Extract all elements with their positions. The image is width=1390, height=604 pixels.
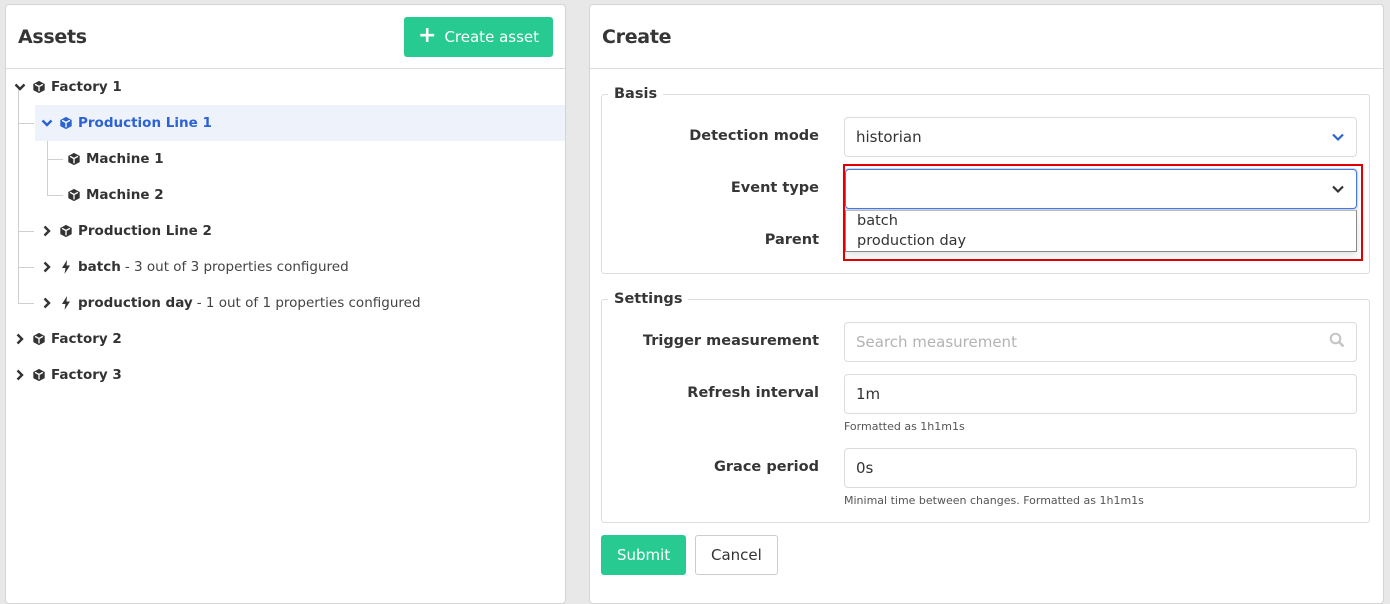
- chevron-right-icon[interactable]: [37, 225, 57, 237]
- bolt-icon: [57, 296, 75, 310]
- create-header: Create: [590, 5, 1383, 69]
- create-title: Create: [602, 25, 672, 48]
- chevron-down-icon[interactable]: [37, 118, 57, 128]
- grace-period-input[interactable]: [856, 459, 1345, 477]
- submit-button[interactable]: Submit: [601, 535, 687, 575]
- event-type-row: Event type: [590, 169, 1383, 209]
- chevron-down-icon[interactable]: [10, 82, 30, 92]
- tree-item-name: Factory 1: [51, 79, 122, 95]
- refresh-interval-help: Formatted as 1h1m1s: [844, 420, 965, 433]
- cube-icon: [57, 116, 75, 130]
- tree-item-machine-1[interactable]: Machine 1: [65, 141, 565, 177]
- event-type-dropdown: batch production day: [845, 210, 1357, 252]
- grace-period-label: Grace period: [714, 459, 819, 475]
- trigger-measurement-label: Trigger measurement: [642, 333, 819, 349]
- event-type-option-batch[interactable]: batch: [846, 211, 1356, 231]
- refresh-interval-input[interactable]: [856, 385, 1345, 403]
- tree-item-name: Factory 2: [51, 331, 122, 347]
- event-type-select[interactable]: [845, 169, 1357, 209]
- tree-item-description: - 1 out of 1 properties configured: [196, 295, 421, 311]
- tree-item-name: Production Line 1: [78, 115, 212, 131]
- plus-icon: +: [418, 22, 437, 48]
- tree-item-factory-1[interactable]: Factory 1: [6, 69, 565, 105]
- tree-item-name: production day: [78, 295, 193, 311]
- tree-line: [47, 159, 63, 160]
- refresh-interval-field[interactable]: [844, 374, 1357, 414]
- event-type-label: Event type: [730, 180, 819, 196]
- search-icon: [1329, 332, 1345, 352]
- cube-icon: [57, 224, 75, 238]
- tree-item-name: Production Line 2: [78, 223, 212, 239]
- assets-panel: Assets + Create asset Factory 1 Producti…: [5, 4, 566, 604]
- tree-item-description: - 3 out of 3 properties configured: [124, 259, 349, 275]
- cube-icon: [65, 188, 83, 202]
- basis-legend: Basis: [614, 86, 658, 102]
- tree-line: [47, 141, 48, 195]
- cube-icon: [65, 152, 83, 166]
- bolt-icon: [57, 260, 75, 274]
- tree-item-name: Machine 1: [86, 151, 164, 167]
- tree-item-factory-2[interactable]: Factory 2: [6, 321, 565, 357]
- chevron-right-icon[interactable]: [10, 369, 30, 381]
- tree-line: [18, 267, 34, 268]
- grace-period-row: Grace period: [590, 448, 1383, 488]
- detection-mode-select[interactable]: historian: [844, 117, 1357, 157]
- tree-item-batch[interactable]: batch - 3 out of 3 properties configured: [37, 249, 565, 285]
- settings-legend: Settings: [614, 291, 683, 307]
- tree-item-name: batch: [78, 259, 121, 275]
- assets-title: Assets: [18, 25, 87, 48]
- trigger-measurement-row: Trigger measurement: [590, 322, 1383, 362]
- detection-mode-row: Detection mode historian: [590, 117, 1383, 157]
- grace-period-help: Minimal time between changes. Formatted …: [844, 494, 1144, 507]
- detection-mode-label: Detection mode: [689, 128, 819, 144]
- chevron-down-icon: [1331, 180, 1345, 198]
- grace-period-field[interactable]: [844, 448, 1357, 488]
- refresh-interval-label: Refresh interval: [687, 385, 819, 401]
- tree-line: [18, 303, 34, 304]
- chevron-down-icon: [1331, 128, 1345, 146]
- create-panel: Create Basis Detection mode historian Ev…: [589, 4, 1384, 604]
- detection-mode-value: historian: [856, 128, 922, 146]
- tree-item-name: Factory 3: [51, 367, 122, 383]
- chevron-right-icon[interactable]: [37, 297, 57, 309]
- cancel-button[interactable]: Cancel: [695, 535, 778, 575]
- tree-line: [18, 87, 19, 303]
- cube-icon: [30, 80, 48, 94]
- refresh-interval-row: Refresh interval: [590, 374, 1383, 414]
- tree-item-production-line-2[interactable]: Production Line 2: [37, 213, 565, 249]
- tree-line: [18, 123, 34, 124]
- trigger-measurement-field[interactable]: [844, 322, 1357, 362]
- tree-item-machine-2[interactable]: Machine 2: [65, 177, 565, 213]
- tree-line: [18, 231, 34, 232]
- assets-header: Assets + Create asset: [6, 5, 565, 69]
- tree-item-production-line-1[interactable]: Production Line 1: [35, 105, 565, 141]
- chevron-right-icon[interactable]: [10, 333, 30, 345]
- create-asset-button[interactable]: + Create asset: [404, 16, 553, 57]
- create-asset-label: Create asset: [444, 27, 539, 46]
- cube-icon: [30, 332, 48, 346]
- tree-item-factory-3[interactable]: Factory 3: [6, 357, 565, 393]
- tree-line: [47, 195, 63, 196]
- chevron-right-icon[interactable]: [37, 261, 57, 273]
- event-type-option-production-day[interactable]: production day: [846, 231, 1356, 251]
- cube-icon: [30, 368, 48, 382]
- tree-item-production-day[interactable]: production day - 1 out of 1 properties c…: [37, 285, 565, 321]
- trigger-measurement-input[interactable]: [856, 333, 1329, 351]
- parent-label: Parent: [764, 232, 819, 248]
- tree-item-name: Machine 2: [86, 187, 164, 203]
